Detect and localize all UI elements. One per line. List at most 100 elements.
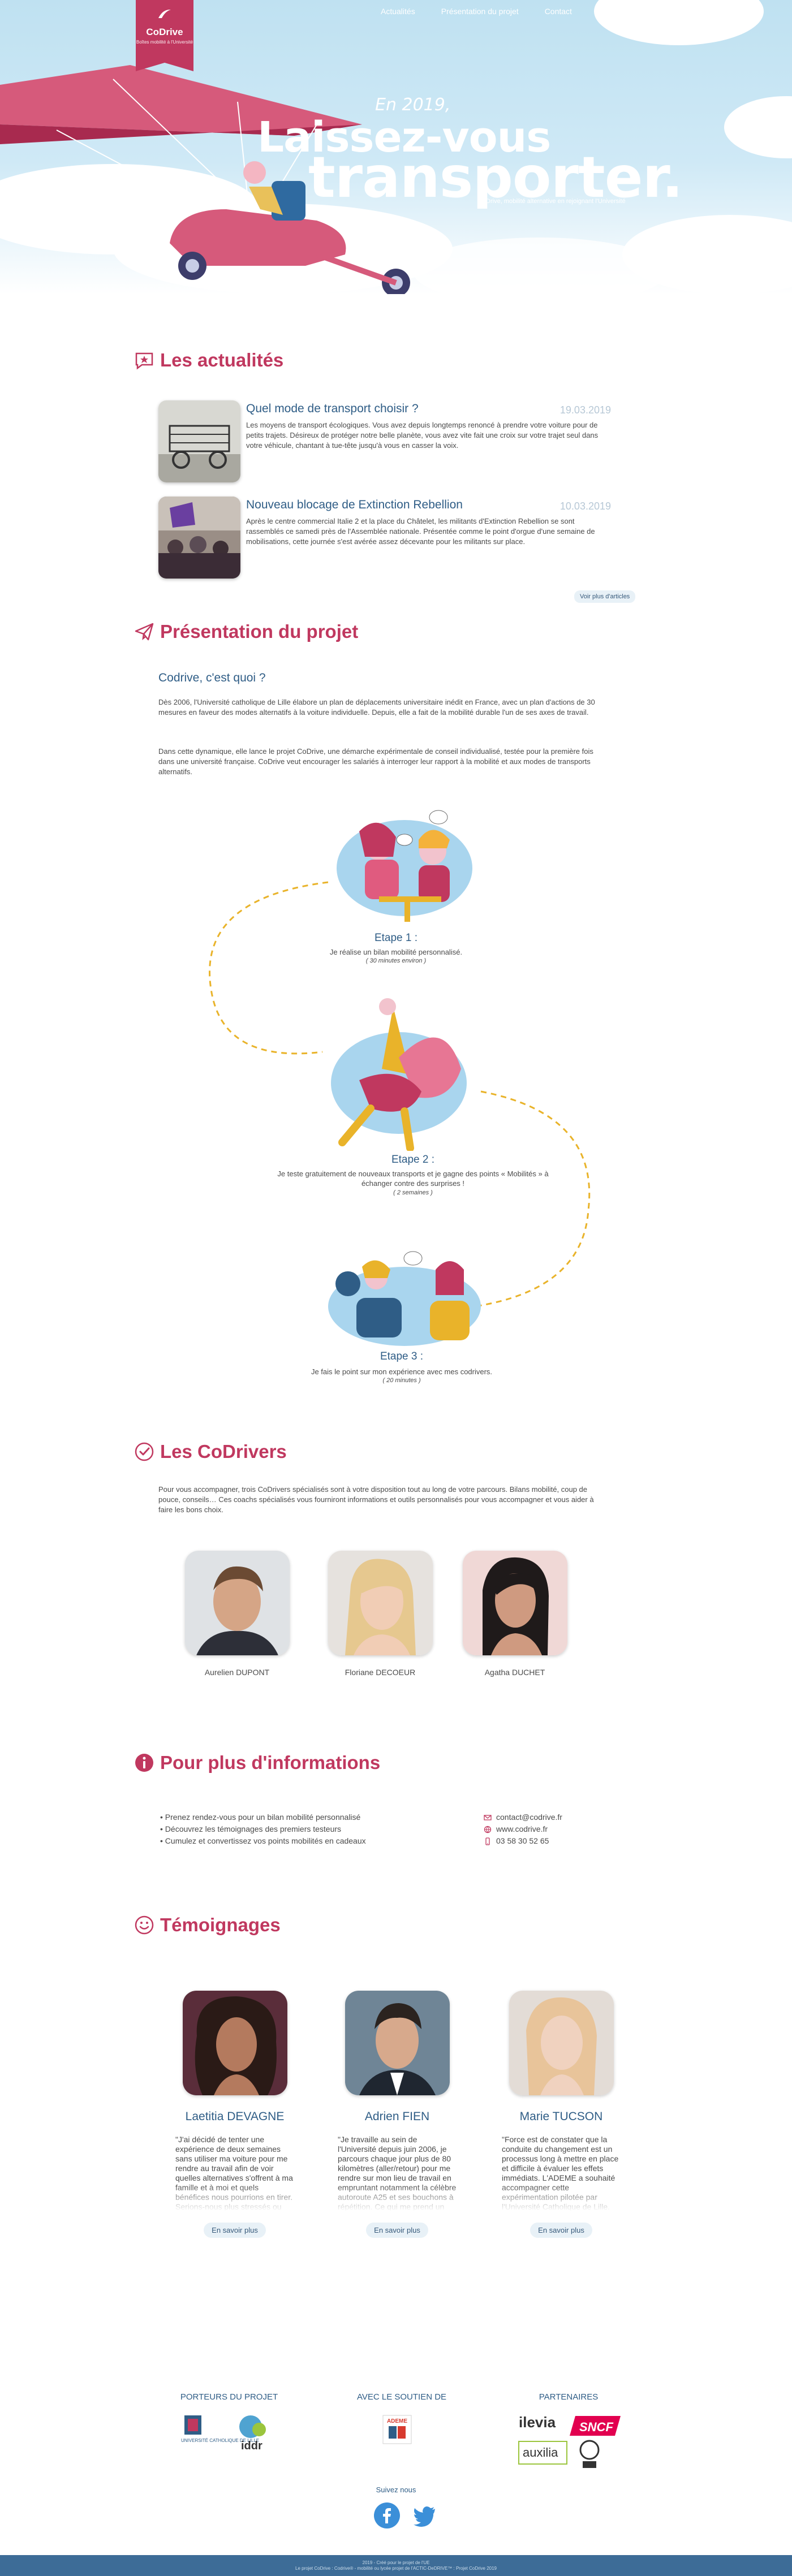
nav-item-contact[interactable]: Contact — [532, 7, 585, 16]
step2-duration: ( 2 semaines ) — [393, 1189, 433, 1196]
testimonial-name: Adrien FIEN — [364, 2110, 430, 2123]
more-articles-button[interactable]: Voir plus d'articles — [574, 590, 636, 603]
codriver-name: Aurelien DUPONT — [204, 1668, 270, 1677]
step2-illustration — [331, 998, 467, 1151]
contact-block: contact@codrive.fr www.codrive.fr 03 58 … — [484, 1811, 562, 1847]
project-subtitle: Codrive, c'est quoi ? — [158, 671, 266, 684]
testimonial-photo — [182, 1991, 287, 2095]
news-item[interactable]: Nouveau blocage de Extinction Rebellion … — [158, 497, 611, 581]
testimonial-name: Marie TUCSON — [519, 2110, 603, 2123]
step3-label: Etape 3 : — [380, 1350, 424, 1362]
project-paragraph: Dans cette dynamique, elle lance le proj… — [158, 747, 593, 776]
news-thumbnail-protest — [158, 497, 240, 579]
news-item[interactable]: Quel mode de transport choisir ? 19.03.2… — [158, 400, 611, 485]
twitter-icon[interactable] — [411, 2502, 438, 2529]
news-date: 19.03.2019 — [559, 404, 611, 416]
news-title[interactable]: Quel mode de transport choisir ? — [246, 402, 419, 416]
legal-text: Le projet CoDrive : Codrive® - mobilité … — [295, 2566, 497, 2571]
sncf-logo-text: SNCF — [579, 2420, 613, 2434]
logo-swoosh-icon — [158, 9, 171, 18]
step1-duration: ( 30 minutes environ ) — [365, 957, 427, 964]
info-bullet: • Prenez rendez-vous pour un bilan mobil… — [160, 1813, 361, 1822]
news-title[interactable]: Nouveau blocage de Extinction Rebellion — [246, 498, 463, 512]
section-title-project-text: Présentation du projet — [160, 621, 359, 642]
section-title-info-text: Pour plus d'informations — [160, 1752, 381, 1773]
section-title-testimonials-text: Témoignages — [160, 1914, 281, 1935]
site-logo[interactable]: CoDrive Boîtes mobilité à l'Université — [136, 0, 193, 71]
step1-label: Etape 1 : — [374, 932, 418, 944]
auxilia-logo-text: auxilia — [523, 2445, 558, 2460]
nav-item-presentation[interactable]: Présentation du projet — [428, 7, 532, 16]
footer-title-supporters: AVEC LE SOUTIEN DE — [356, 2392, 447, 2402]
facebook-icon[interactable] — [373, 2502, 401, 2529]
hero-date: En 2019, — [375, 95, 451, 115]
codrivers-intro: Pour vous accompagner, trois CoDrivers s… — [158, 1485, 594, 1514]
logo-name: CoDrive — [146, 27, 183, 37]
globe-icon — [484, 1826, 492, 1833]
testimonial-card: Adrien FIEN "Je travaille au sein de l'U… — [338, 1991, 457, 2238]
section-title-codrivers: Les CoDrivers — [134, 1441, 287, 1462]
section-title-project: Présentation du projet — [134, 621, 358, 642]
codriver-name: Floriane DECOEUR — [345, 1668, 416, 1677]
step3-illustration — [328, 1251, 481, 1346]
footer-title-partners: PARTENAIRES — [539, 2392, 599, 2402]
footer-title-project-owners: PORTEURS DU PROJET — [180, 2392, 278, 2402]
testimonial-card: Marie TUCSON "Force est de constater que… — [502, 1991, 621, 2238]
step2-label: Etape 2 : — [391, 1154, 435, 1166]
step2-text: Je teste gratuitement de nouveaux transp… — [277, 1170, 549, 1188]
contact-website[interactable]: www.codrive.fr — [496, 1823, 548, 1835]
check-badge-icon — [135, 1442, 154, 1461]
step1-text: Je réalise un bilan mobilité personnalis… — [329, 948, 463, 956]
codriver-photo — [462, 1551, 567, 1655]
section-title-codrivers-text: Les CoDrivers — [160, 1441, 287, 1462]
follow-us-label: Suivez nous — [376, 2486, 416, 2494]
testimonial-quote: "J'ai décidé de tenter une expérience de… — [175, 2135, 293, 2211]
cloud — [724, 96, 792, 158]
read-more-button[interactable]: En savoir plus — [530, 2223, 592, 2238]
codriver-card[interactable]: Aurelien DUPONT — [183, 1551, 291, 1677]
paper-plane-icon — [135, 623, 154, 641]
news-thumbnail-cart — [158, 400, 240, 482]
news-excerpt: Les moyens de transport écologiques. Vou… — [246, 421, 599, 450]
step1-illustration — [337, 810, 472, 922]
contact-email[interactable]: contact@codrive.fr — [496, 1811, 562, 1823]
phone-icon — [485, 1837, 490, 1845]
testimonial-quote: "Je travaille au sein de l'Université de… — [338, 2135, 457, 2211]
news-excerpt: Après le centre commercial Italie 2 et l… — [246, 517, 595, 546]
main-nav: Actualités Présentation du projet Contac… — [368, 7, 659, 16]
codriver-card[interactable]: Agatha DUCHET — [461, 1551, 569, 1677]
project-paragraph: Dès 2006, l'Université catholique de Lil… — [158, 698, 595, 717]
iddr-logo-text: iddr — [241, 2440, 262, 2452]
info-bullets: • Prenez rendez-vous pour un bilan mobil… — [160, 1811, 366, 1847]
info-bullet: • Cumulez et convertissez vos points mob… — [160, 1836, 366, 1845]
bottom-bar: 2019 - Créé pour le projet de l'UE Le pr… — [0, 2555, 792, 2576]
smiley-icon — [135, 1915, 154, 1935]
nav-item-temoignages[interactable]: Témoignages — [585, 7, 659, 16]
section-title-info: Pour plus d'informations — [134, 1752, 380, 1774]
section-title-news-text: Les actualités — [160, 349, 284, 370]
codriver-photo — [328, 1551, 433, 1655]
ademe-logo-text: ADEME — [387, 2418, 407, 2424]
ilevia-logo-text: ilevia — [519, 2414, 556, 2431]
news-date: 10.03.2019 — [559, 500, 611, 512]
codriver-name: Agatha DUCHET — [484, 1668, 545, 1677]
contact-phone[interactable]: 03 58 30 52 65 — [496, 1835, 549, 1847]
read-more-button[interactable]: En savoir plus — [204, 2223, 266, 2238]
mail-icon — [484, 1814, 492, 1820]
testimonial-quote: "Force est de constater que la conduite … — [502, 2135, 619, 2211]
logo-tagline: Boîtes mobilité à l'Université — [136, 40, 193, 45]
step3-text: Je fais le point sur mon expérience avec… — [311, 1367, 493, 1376]
step3-duration: ( 20 minutes ) — [382, 1377, 421, 1384]
read-more-button[interactable]: En savoir plus — [366, 2223, 428, 2238]
info-icon — [135, 1754, 153, 1772]
univ-logos: UNIVERSITÉ CATHOLIQUE DE LILLE iddr — [181, 2415, 266, 2452]
info-bullet: • Découvrez les témoignages des premiers… — [160, 1824, 342, 1833]
star-chat-icon — [135, 352, 153, 370]
testimonial-card: Laetitia DEVAGNE "J'ai décidé de tenter … — [175, 1991, 294, 2238]
codriver-photo — [184, 1551, 290, 1655]
nav-item-actualites[interactable]: Actualités — [368, 7, 428, 16]
ademe-logo: ADEME — [382, 2415, 412, 2444]
section-title-testimonials: Témoignages — [134, 1914, 281, 1936]
partner-logos: ilevia SNCF auxilia — [518, 2414, 621, 2468]
codriver-card[interactable]: Floriane DECOEUR — [326, 1551, 434, 1677]
